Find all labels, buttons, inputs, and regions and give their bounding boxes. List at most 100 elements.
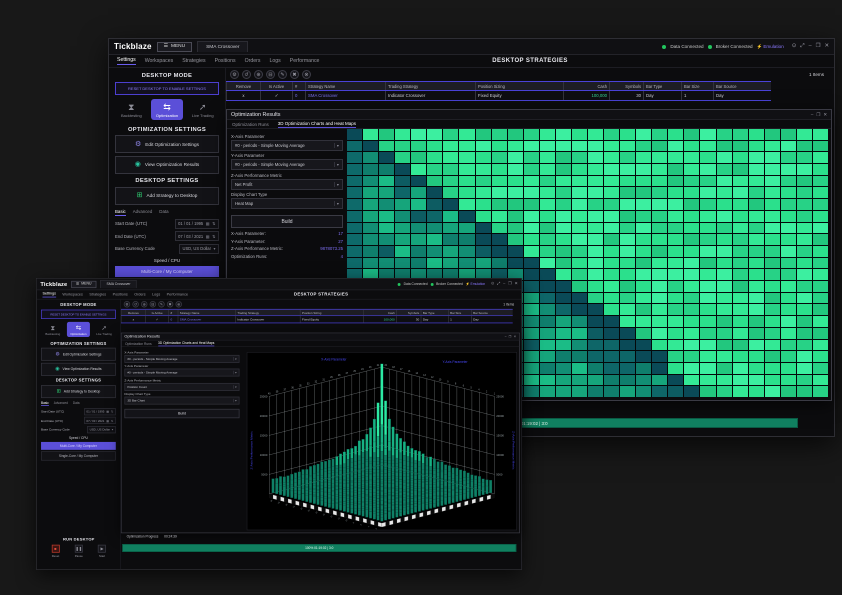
heatmap-cell[interactable]: [668, 375, 683, 386]
heatmap-cell[interactable]: [717, 234, 732, 245]
heatmap-cell[interactable]: [797, 328, 812, 339]
heatmap-cell[interactable]: [700, 375, 715, 386]
heatmap-cell[interactable]: [556, 269, 571, 280]
heatmap-cell[interactable]: [588, 375, 603, 386]
heatmap-cell[interactable]: [604, 351, 619, 362]
heatmap-cell[interactable]: [636, 234, 651, 245]
heatmap-cell[interactable]: [652, 246, 667, 257]
heatmap-cell[interactable]: [476, 223, 491, 234]
heatmap-cell[interactable]: [476, 176, 491, 187]
heatmap-cell[interactable]: [476, 246, 491, 257]
heatmap-cell[interactable]: [733, 187, 748, 198]
heatmap-cell[interactable]: [443, 199, 458, 210]
add-icon[interactable]: ⊕: [141, 301, 147, 307]
heatmap-cell[interactable]: [443, 234, 458, 245]
table-row[interactable]: x ✓ 0 SMA Crossover Indicator Crossover …: [121, 316, 513, 323]
heatmap-cell[interactable]: [620, 363, 635, 374]
heatmap-cell[interactable]: [749, 152, 764, 163]
heatmap-cell[interactable]: [652, 269, 667, 280]
heatmap-cell[interactable]: [636, 187, 651, 198]
heatmap-cell[interactable]: [524, 246, 539, 257]
heatmap-cell[interactable]: [395, 223, 410, 234]
heatmap-cell[interactable]: [652, 211, 667, 222]
mode-optimization[interactable]: ⇆Optimization: [67, 322, 90, 337]
heatmap-cell[interactable]: [797, 316, 812, 327]
heatmap-cell[interactable]: [652, 281, 667, 292]
heatmap-cell[interactable]: [749, 258, 764, 269]
heatmap-cell[interactable]: [604, 141, 619, 152]
heatmap-cell[interactable]: [668, 269, 683, 280]
heatmap-cell[interactable]: [379, 246, 394, 257]
heatmap-cell[interactable]: [733, 164, 748, 175]
heatmap-cell[interactable]: [556, 199, 571, 210]
heatmap-cell[interactable]: [797, 246, 812, 257]
heatmap-cell[interactable]: [524, 199, 539, 210]
heatmap-cell[interactable]: [781, 328, 796, 339]
tab-3d-charts[interactable]: 3D Optimization Charts and Heat Maps: [158, 341, 214, 346]
heatmap-cell[interactable]: [700, 129, 715, 140]
edit-optimization-settings-button[interactable]: ⚙Edit Optimization Settings: [41, 348, 116, 361]
heatmap-cell[interactable]: [508, 246, 523, 257]
heatmap-cell[interactable]: [588, 363, 603, 374]
heatmap-cell[interactable]: [781, 386, 796, 397]
heatmap-cell[interactable]: [427, 246, 442, 257]
heatmap-cell[interactable]: [765, 293, 780, 304]
heatmap-cell[interactable]: [717, 199, 732, 210]
heatmap-cell[interactable]: [797, 129, 812, 140]
heatmap-cell[interactable]: [604, 164, 619, 175]
heatmap-cell[interactable]: [797, 187, 812, 198]
heatmap-cell[interactable]: [524, 304, 539, 315]
remove-x-icon[interactable]: x: [121, 316, 145, 322]
heatmap-cell[interactable]: [684, 363, 699, 374]
remove-icon[interactable]: ⊟: [150, 301, 156, 307]
heatmap-cell[interactable]: [572, 211, 587, 222]
heatmap-cell[interactable]: [459, 187, 474, 198]
mode-live-trading[interactable]: ➚Live Trading: [92, 322, 115, 337]
end-date-field[interactable]: 07 / 03 / 2021▦⇅: [175, 231, 219, 241]
heatmap-cell[interactable]: [540, 328, 555, 339]
heatmap-cell[interactable]: [588, 152, 603, 163]
heatmap-cell[interactable]: [620, 340, 635, 351]
heatmap-cell[interactable]: [588, 246, 603, 257]
tab-strategies[interactable]: Strategies: [89, 292, 106, 296]
heatmap-cell[interactable]: [700, 281, 715, 292]
heatmap-cell[interactable]: [508, 164, 523, 175]
heatmap-cell[interactable]: [797, 199, 812, 210]
heatmap-cell[interactable]: [684, 187, 699, 198]
heatmap-cell[interactable]: [556, 363, 571, 374]
heatmap-cell[interactable]: [765, 164, 780, 175]
start-button[interactable]: ▶Start: [98, 545, 106, 558]
refresh-icon[interactable]: ↺: [132, 301, 138, 307]
heatmap-cell[interactable]: [717, 293, 732, 304]
add-strategy-button[interactable]: ⊞Add Strategy to Desktop: [41, 385, 116, 398]
heatmap-cell[interactable]: [347, 152, 362, 163]
heatmap-cell[interactable]: [347, 164, 362, 175]
heatmap-cell[interactable]: [636, 375, 651, 386]
heatmap-cell[interactable]: [781, 164, 796, 175]
heatmap-cell[interactable]: [781, 304, 796, 315]
heatmap-cell[interactable]: [363, 199, 378, 210]
chart-type-select[interactable]: 3D Bar Chart▾: [124, 397, 239, 405]
cancel-icon[interactable]: ⊗: [175, 301, 181, 307]
heatmap-cell[interactable]: [684, 141, 699, 152]
y-axis-select[interactable]: #0 - periods - Simple Moving Average▾: [124, 369, 239, 377]
heatmap-cell[interactable]: [733, 293, 748, 304]
heatmap-cell[interactable]: [765, 141, 780, 152]
heatmap-cell[interactable]: [476, 129, 491, 140]
y-axis-select[interactable]: #0 - periods - Simple Moving Average▾: [231, 159, 343, 170]
heatmap-cell[interactable]: [797, 152, 812, 163]
heatmap-cell[interactable]: [636, 293, 651, 304]
heatmap-cell[interactable]: [556, 187, 571, 198]
heatmap-cell[interactable]: [749, 223, 764, 234]
heatmap-cell[interactable]: [684, 176, 699, 187]
heatmap-cell[interactable]: [700, 386, 715, 397]
heatmap-cell[interactable]: [717, 246, 732, 257]
heatmap-cell[interactable]: [781, 246, 796, 257]
heatmap-cell[interactable]: [572, 375, 587, 386]
spinner-icon[interactable]: ⇅: [111, 419, 113, 423]
heatmap-cell[interactable]: [668, 328, 683, 339]
heatmap-cell[interactable]: [733, 269, 748, 280]
tab-strategies[interactable]: Strategies: [182, 58, 205, 64]
heatmap-cell[interactable]: [781, 199, 796, 210]
heatmap-cell[interactable]: [765, 176, 780, 187]
